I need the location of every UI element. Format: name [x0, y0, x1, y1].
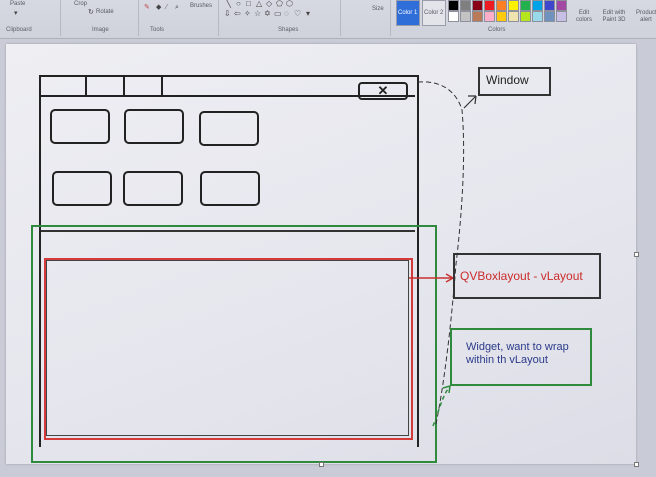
window-label: Window [478, 67, 551, 96]
paint-ribbon: Paste ▾ Clipboard Crop Rotate ↻ Image ✎ … [0, 0, 656, 39]
window-arrow [463, 95, 477, 109]
canvas-resize-handle[interactable] [319, 462, 324, 467]
palette-swatch[interactable] [460, 0, 471, 11]
edit-colors-button[interactable]: Edit colors [574, 10, 594, 24]
color2-label: Color 2 [424, 10, 444, 16]
shape-star6-icon[interactable]: ✡ [264, 10, 271, 18]
shapes-more-icon[interactable]: ▾ [306, 10, 310, 18]
size-button[interactable]: Size [372, 6, 384, 12]
palette-swatch[interactable] [448, 11, 459, 22]
clipboard-group-label: Clipboard [6, 27, 32, 33]
palette-swatch[interactable] [520, 11, 531, 22]
palette-swatch[interactable] [484, 11, 495, 22]
palette-swatch[interactable] [496, 11, 507, 22]
rotate-icon[interactable]: ↻ [88, 9, 95, 16]
product-alert-button[interactable]: Product alert [636, 10, 656, 24]
shape-arrow-left-icon[interactable]: ⇦ [234, 10, 241, 18]
canvas-resize-handle[interactable] [634, 252, 639, 257]
rotate-button[interactable]: Rotate [96, 9, 114, 15]
shape-heart-icon[interactable]: ♡ [294, 10, 301, 18]
palette-swatch[interactable] [448, 0, 459, 11]
shape-diamond-icon[interactable]: ◇ [266, 0, 272, 8]
palette-swatch[interactable] [544, 0, 555, 11]
palette-swatch[interactable] [532, 0, 543, 11]
edit-paint3d-button[interactable]: Edit with Paint 3D [602, 10, 626, 24]
palette-swatch[interactable] [520, 0, 531, 11]
ribbon-separator [340, 0, 341, 36]
palette-swatch[interactable] [496, 0, 507, 11]
colors-group-label: Colors [488, 27, 506, 33]
color1-label: Color 1 [398, 10, 418, 16]
canvas-resize-handle[interactable] [634, 462, 639, 467]
shape-oval-icon[interactable]: ○ [236, 0, 241, 8]
shape-rect-icon[interactable]: □ [246, 0, 251, 8]
shape-arrow-icon[interactable]: ⇩ [224, 10, 231, 18]
palette-swatch[interactable] [556, 0, 567, 11]
shape-pentagon-icon[interactable]: ⬠ [276, 0, 283, 8]
palette-swatch[interactable] [472, 0, 483, 11]
palette-swatch[interactable] [460, 11, 471, 22]
ribbon-separator [138, 0, 139, 36]
image-group-label: Image [92, 27, 109, 33]
widget-label: Widget, want to wrap within th vLayout [450, 328, 592, 386]
pencil-icon[interactable]: ✎ [144, 4, 151, 11]
palette-swatch[interactable] [508, 11, 519, 22]
paste-button[interactable]: Paste [10, 1, 25, 7]
palette-swatch[interactable] [472, 11, 483, 22]
ribbon-separator [60, 0, 61, 36]
shape-star5-icon[interactable]: ☆ [254, 10, 261, 18]
brushes-button[interactable]: Brushes [190, 3, 212, 9]
drawing-canvas[interactable]: ✕ Window QVBoxlayout - vLayout Widget, w… [6, 44, 639, 467]
shapes-gallery[interactable]: ╲ ○ □ △ ◇ ⬠ ⬡ ⇩ ⇦ ✧ ☆ ✡ ▭ ◌ ♡ ▾ [224, 0, 320, 22]
magnifier-icon[interactable]: ⌕ [175, 4, 182, 11]
fill-icon[interactable]: ◆ [156, 4, 163, 11]
ribbon-separator [390, 0, 391, 36]
crop-button[interactable]: Crop [74, 1, 87, 7]
palette-swatch[interactable] [544, 11, 555, 22]
palette-swatch[interactable] [508, 0, 519, 11]
paste-dropdown-icon[interactable]: ▾ [14, 10, 21, 17]
shape-triangle-icon[interactable]: △ [256, 0, 262, 8]
shape-line-icon[interactable]: ╲ [226, 0, 231, 8]
palette-swatch[interactable] [532, 11, 543, 22]
shape-cloud-icon[interactable]: ◌ [284, 10, 289, 18]
shape-star4-icon[interactable]: ✧ [244, 10, 251, 18]
palette-swatch[interactable] [556, 11, 567, 22]
shapes-group-label: Shapes [278, 27, 299, 33]
tools-group-label: Tools [150, 27, 165, 33]
shape-hexagon-icon[interactable]: ⬡ [286, 0, 293, 8]
qvboxlayout-label: QVBoxlayout - vLayout [453, 253, 601, 299]
ribbon-separator [218, 0, 219, 36]
palette-swatch[interactable] [484, 0, 495, 11]
color-picker-icon[interactable]: ⁄ [166, 4, 173, 11]
shape-callout-icon[interactable]: ▭ [274, 10, 282, 18]
